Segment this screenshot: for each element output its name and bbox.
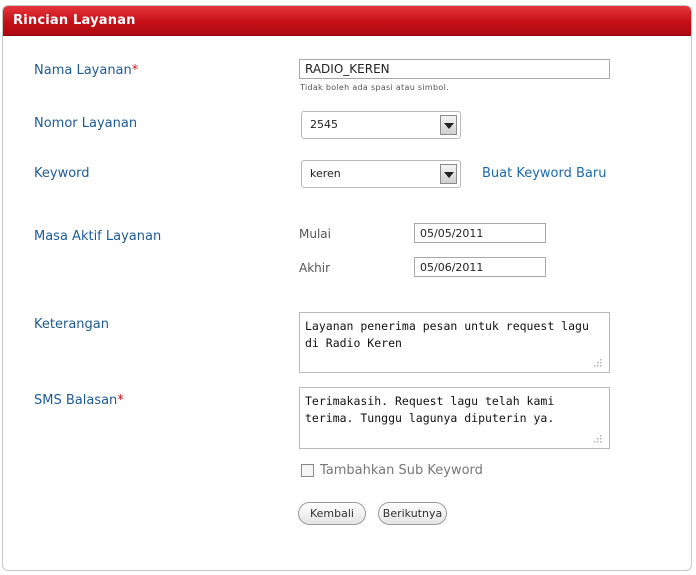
back-button[interactable]: Kembali bbox=[298, 502, 366, 525]
description-textarea[interactable]: Layanan penerima pesan untuk request lag… bbox=[299, 312, 610, 373]
service-number-selected: 2545 bbox=[310, 118, 338, 131]
active-period-label: Masa Aktif Layanan bbox=[34, 229, 162, 244]
next-button[interactable]: Berikutnya bbox=[378, 502, 447, 525]
sub-keyword-label[interactable]: Tambahkan Sub Keyword bbox=[320, 463, 483, 478]
sms-reply-label: SMS Balasan* bbox=[34, 393, 124, 408]
keyword-dropdown-button[interactable] bbox=[440, 164, 457, 184]
service-number-select[interactable]: 2545 bbox=[301, 111, 461, 139]
service-name-input[interactable] bbox=[299, 59, 610, 79]
start-date-label: Mulai bbox=[299, 227, 331, 241]
resize-grip-icon[interactable] bbox=[592, 357, 602, 367]
service-number-dropdown-button[interactable] bbox=[440, 115, 457, 135]
service-name-label: Nama Layanan* bbox=[34, 63, 139, 78]
keyword-label: Keyword bbox=[34, 166, 90, 181]
resize-grip-icon[interactable] bbox=[592, 433, 602, 443]
sub-keyword-checkbox[interactable] bbox=[301, 464, 314, 477]
new-keyword-link[interactable]: Buat Keyword Baru bbox=[482, 166, 606, 181]
required-mark: * bbox=[131, 63, 139, 78]
service-number-label: Nomor Layanan bbox=[34, 116, 138, 131]
end-date-input[interactable] bbox=[414, 257, 546, 277]
chevron-down-icon bbox=[444, 123, 454, 129]
keyword-select[interactable]: keren bbox=[301, 160, 461, 188]
service-name-hint: Tidak boleh ada spasi atau simbol. bbox=[300, 83, 449, 92]
panel-header: Rincian Layanan bbox=[3, 6, 691, 36]
start-date-input[interactable] bbox=[414, 223, 546, 243]
end-date-label: Akhir bbox=[299, 261, 331, 275]
chevron-down-icon bbox=[444, 172, 454, 178]
required-mark: * bbox=[117, 393, 124, 408]
keyword-selected: keren bbox=[310, 167, 341, 180]
sms-reply-textarea[interactable]: Terimakasih. Request lagu telah kami ter… bbox=[299, 387, 610, 449]
description-label: Keterangan bbox=[34, 317, 109, 332]
panel-title: Rincian Layanan bbox=[13, 13, 136, 28]
